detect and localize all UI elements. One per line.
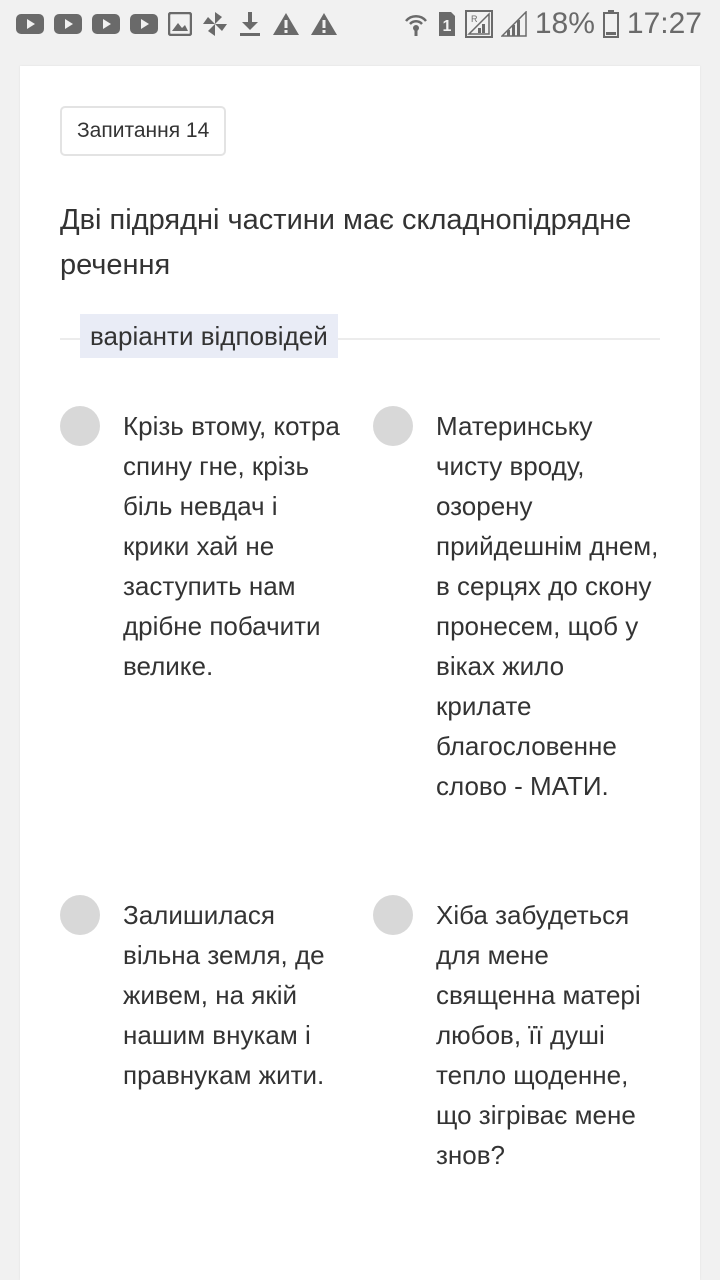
hotspot-icon xyxy=(404,15,427,36)
clock: 17:27 xyxy=(626,7,702,40)
system-icons: 1 R 18% 17:27 xyxy=(395,7,702,41)
warning-icon xyxy=(273,13,299,35)
download-icon xyxy=(240,12,260,36)
battery-percent: 18% xyxy=(534,7,595,40)
answer-option-text[interactable]: Материнську чисту вроду, озорену прийдеш… xyxy=(436,406,661,806)
radio-button[interactable] xyxy=(373,406,413,446)
youtube-icon xyxy=(130,14,158,34)
sim-1-icon: 1 xyxy=(438,12,455,36)
question-number-badge: Запитання 14 xyxy=(60,106,227,156)
notification-icons xyxy=(16,11,348,37)
radio-button[interactable] xyxy=(60,895,100,935)
signal-r-icon: R xyxy=(464,10,493,38)
warning-icon xyxy=(311,13,337,35)
answers-section-label: варіанти відповідей xyxy=(80,314,338,358)
image-icon xyxy=(168,12,192,36)
battery-icon xyxy=(602,10,619,38)
status-bar: 1 R 18% 17:27 xyxy=(0,0,720,48)
signal-icon xyxy=(500,11,527,37)
youtube-icon xyxy=(54,14,82,34)
youtube-icon xyxy=(16,14,44,34)
answer-option-text[interactable]: Залишилася вільна земля, де живем, на як… xyxy=(123,895,348,1095)
radio-button[interactable] xyxy=(60,406,100,446)
svg-text:1: 1 xyxy=(442,18,451,35)
radio-button[interactable] xyxy=(373,895,413,935)
answer-option-text[interactable]: Хіба забудеться для мене священна матері… xyxy=(436,895,661,1175)
svg-text:R: R xyxy=(471,14,478,24)
answer-option-text[interactable]: Крізь втому, котра спину гне, крізь біль… xyxy=(123,406,348,686)
youtube-icon xyxy=(92,14,120,34)
question-text: Дві підрядні частини має складнопідрядне… xyxy=(60,204,632,281)
pinwheel-icon xyxy=(203,12,227,36)
question-card: Запитання 14 Дві підрядні частини має ск… xyxy=(20,66,700,1280)
